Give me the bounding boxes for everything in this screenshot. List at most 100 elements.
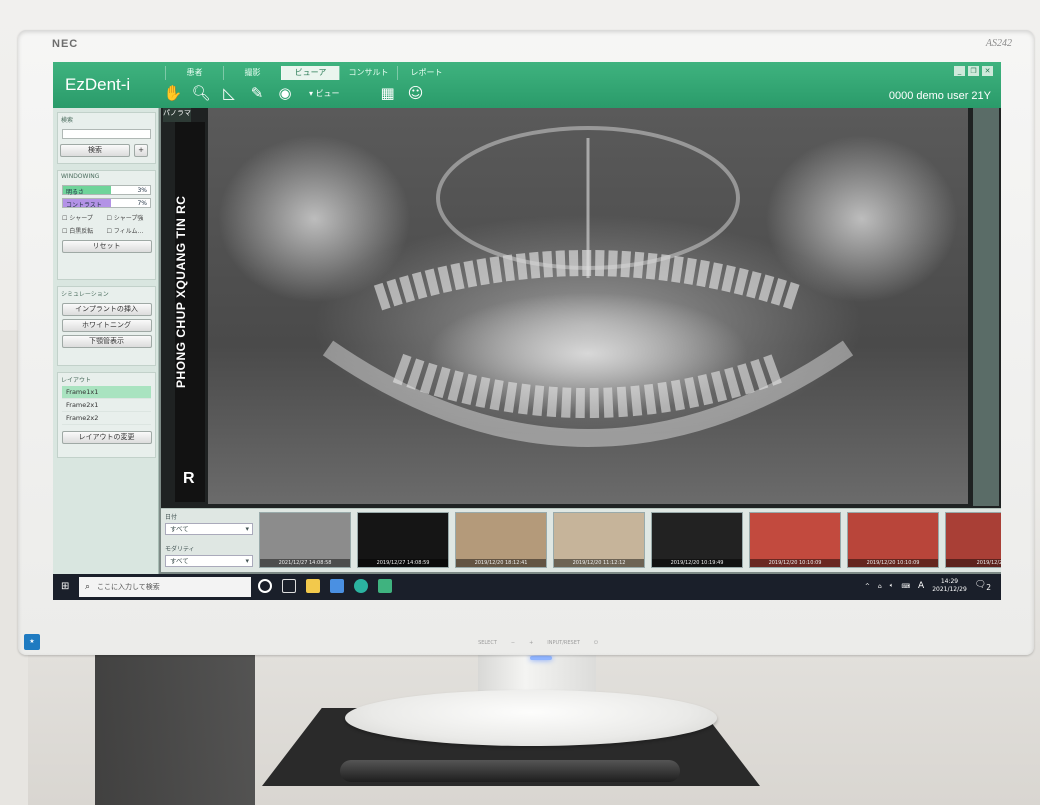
energy-star-icon: ★ [24, 634, 40, 650]
bezel-button[interactable]: SELECT [478, 640, 497, 646]
toolbar: ✋ 🔍︎ ◺ ✎ ◉ ▾ ビュー ▦ ☺ [163, 83, 426, 103]
clock-time: 14:29 [940, 578, 959, 585]
thumbnail[interactable]: 2019/12/20 [945, 512, 1001, 568]
tab-capture[interactable]: 撮影 [223, 66, 281, 80]
tray-expand-icon[interactable]: ^ [865, 583, 870, 590]
check-sharp[interactable]: ☐ シャープ [62, 213, 107, 222]
thumbnail[interactable]: 2019/12/20 10:10:09 [749, 512, 841, 568]
screen: EzDent-i 患者 撮影 ビューア コンサルト レポート ✋ 🔍︎ ◺ ✎ … [53, 62, 1001, 600]
frame-option[interactable]: Frame2x2 [62, 412, 151, 425]
angle-icon[interactable]: ◺ [219, 83, 239, 103]
brightness-slider[interactable]: 明るさ 3% [62, 185, 151, 196]
frame-option[interactable]: Frame1x1 [62, 386, 151, 399]
panoramic-xray-image[interactable] [208, 108, 968, 504]
pc-tower-shadow [95, 655, 255, 805]
bezel-button[interactable]: + [529, 640, 533, 646]
volume-icon[interactable]: 🔈︎ [890, 582, 894, 590]
contrast-slider[interactable]: コントラスト 7% [62, 198, 151, 209]
taskbar-search[interactable]: ⌕ ここに入力して検索 [79, 577, 251, 597]
thumbnail-date: 2019/12/20 10:10:09 [848, 559, 938, 567]
xray-teeth-sketch [322, 126, 854, 447]
thumbnail-date: 2021/12/27 14:08:58 [260, 559, 350, 567]
search-icon: ⌕ [85, 582, 91, 592]
edge-icon[interactable] [354, 579, 368, 593]
app-logo: EzDent-i [65, 75, 131, 94]
search-input[interactable] [62, 129, 151, 139]
thumbnail-date: 2019/12/20 10:10:09 [750, 559, 840, 567]
cortana-icon[interactable] [258, 579, 272, 593]
tab-patient[interactable]: 患者 [165, 66, 223, 80]
add-button[interactable]: + [134, 144, 148, 157]
tab-consult[interactable]: コンサルト [339, 66, 397, 80]
view-dropdown[interactable]: ▾ ビュー [309, 88, 340, 99]
windows-start-icon[interactable]: ⊞ [61, 581, 73, 593]
layout-title: レイアウト [61, 377, 92, 384]
clock-date: 2021/12/29 [932, 586, 967, 593]
tab-viewer[interactable]: ビューア [281, 66, 339, 80]
bezel-button[interactable]: INPUT/RESET [547, 640, 580, 646]
thumbnail[interactable]: 2019/12/20 10:19:49 [651, 512, 743, 568]
thumbnail-date: 2019/12/20 [946, 559, 1001, 567]
notification-icon[interactable]: 🗨︎2 [975, 580, 991, 592]
check-film-label: フィルム... [113, 228, 144, 235]
ezdent-taskbar-icon[interactable] [378, 579, 392, 593]
thumbnail[interactable]: 2019/12/27 14:08:59 [357, 512, 449, 568]
bezel-button[interactable]: − [511, 640, 515, 646]
mandibular-canal-button[interactable]: 下顎管表示 [61, 335, 152, 348]
monitor-model: AS242 [985, 38, 1012, 49]
task-view-icon[interactable] [282, 579, 296, 593]
xray-caption: パノラマ [163, 108, 191, 122]
date-filter: 日付 すべて [165, 512, 255, 535]
side-marker: R [183, 470, 195, 487]
thumbnail-strip: 2021/12/27 14:08:58 2019/12/27 14:08:59 20… [259, 512, 1001, 568]
check-invert-label: 白黒反転 [69, 228, 94, 235]
check-invert[interactable]: ☐ 白黒反転 [62, 226, 107, 235]
power-button[interactable]: ⏻ [594, 640, 598, 646]
clinic-watermark: PHONG CHUP XQUANG TIN RC [174, 195, 188, 389]
thumbnail[interactable]: 2019/12/20 11:12:12 [553, 512, 645, 568]
search-section: 検索 検索 + [57, 112, 156, 164]
thumbnail-date: 2019/12/20 11:12:12 [554, 559, 644, 567]
restore-button[interactable]: ❐ [968, 66, 979, 76]
camera-icon[interactable]: ◉ [275, 83, 295, 103]
date-filter-select[interactable]: すべて [165, 523, 253, 535]
thumbnail[interactable]: 2019/12/20 18:12:41 [455, 512, 547, 568]
whitening-button[interactable]: ホワイトニング [61, 319, 152, 332]
check-sharp-label: シャープ [69, 215, 93, 222]
pen-icon[interactable]: ✎ [247, 83, 267, 103]
simulation-section: シミュレーション インプラントの挿入 ホワイトニング 下顎管表示 [57, 286, 156, 366]
face-icon[interactable]: ☺ [406, 83, 426, 103]
file-explorer-icon[interactable] [306, 579, 320, 593]
search-button[interactable]: 検索 [60, 144, 130, 157]
hand-icon[interactable]: ✋ [163, 83, 183, 103]
layout-change-button[interactable]: レイアウトの変更 [61, 431, 152, 444]
contrast-value: 7% [137, 200, 147, 207]
notification-count: 2 [986, 582, 991, 592]
brightness-label: 明るさ [66, 189, 85, 196]
keyboard-icon[interactable]: ⌨ [901, 583, 910, 590]
tab-report[interactable]: レポート [397, 66, 455, 80]
minimize-button[interactable]: _ [954, 66, 965, 76]
filter-checks: ☐ シャープ ☐ シャープ強 ☐ 白黒反転 ☐ フィルム... [58, 211, 155, 237]
simulation-title: シミュレーション [61, 291, 109, 298]
thumbnail[interactable]: 2019/12/20 10:10:09 [847, 512, 939, 568]
modality-filter-select[interactable]: すべて [165, 555, 253, 567]
network-icon[interactable]: ⌂ [878, 583, 882, 590]
contrast-label: コントラスト [66, 202, 102, 209]
layout-grid-icon[interactable]: ▦ [378, 83, 398, 103]
remote-desktop-icon[interactable] [330, 579, 344, 593]
thumbnail-date: 2019/12/20 10:19:49 [652, 559, 742, 567]
reset-button[interactable]: リセット [61, 240, 152, 253]
implant-insert-button[interactable]: インプラントの挿入 [61, 303, 152, 316]
check-sharp-strong[interactable]: ☐ シャープ強 [107, 213, 152, 222]
system-clock[interactable]: 14:29 2021/12/29 [932, 578, 967, 594]
thumbnail[interactable]: 2021/12/27 14:08:58 [259, 512, 351, 568]
close-button[interactable]: ✕ [982, 66, 993, 76]
ime-indicator[interactable]: A [918, 581, 924, 591]
bezel-buttons: SELECT − + INPUT/RESET ⏻ [418, 634, 658, 652]
check-film[interactable]: ☐ フィルム... [107, 226, 152, 235]
viewer-scrollbar[interactable] [973, 108, 999, 506]
zoom-icon[interactable]: 🔍︎ [191, 83, 211, 103]
frame-option[interactable]: Frame2x1 [62, 399, 151, 412]
system-tray: ^ ⌂ 🔈︎ ⌨ A 14:29 2021/12/29 🗨︎2 [865, 578, 991, 594]
